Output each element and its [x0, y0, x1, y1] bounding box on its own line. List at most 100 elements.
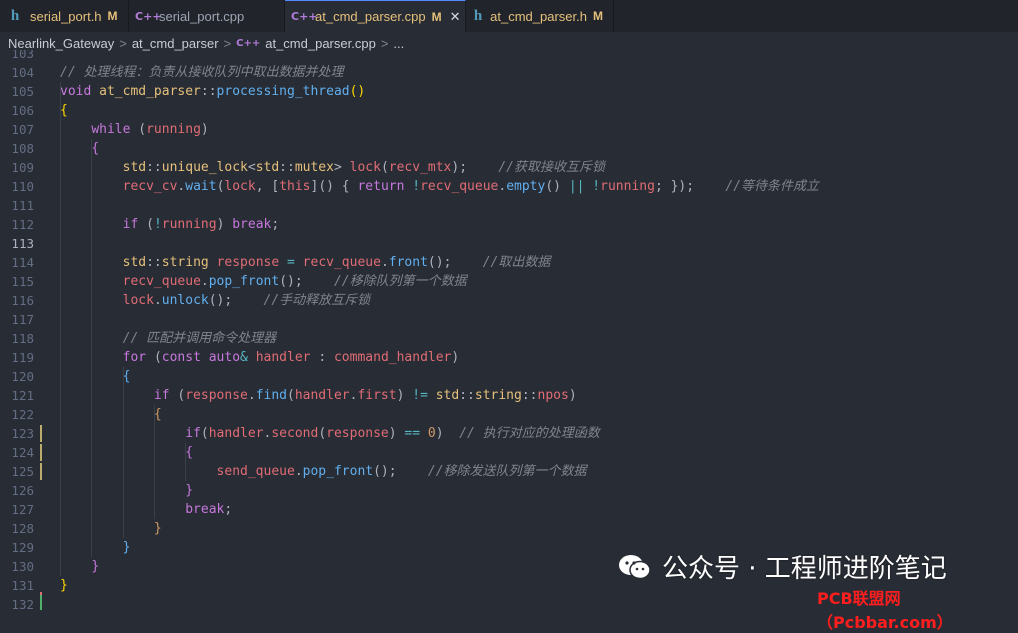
code-line[interactable]: 121 if (response.find(handler.first) != …	[0, 386, 1018, 405]
code-line[interactable]: 111	[0, 196, 1018, 215]
code-token: )	[388, 426, 405, 441]
breadcrumb-item-folder[interactable]: at_cmd_parser	[132, 36, 219, 51]
code-editor[interactable]: 103 104 // 处理线程：负责从接收队列中取出数据并处理 105 void at_…	[0, 50, 1018, 610]
code-token: while	[91, 122, 139, 137]
cpp-file-icon: C++	[291, 10, 318, 23]
git-change-marker[interactable]	[40, 425, 42, 442]
line-number: 109	[11, 160, 34, 175]
code-token: ;	[224, 502, 233, 517]
code-token: , [	[255, 179, 280, 194]
breadcrumb-item-file[interactable]: at_cmd_parser.cpp	[265, 36, 376, 51]
code-token: (	[153, 350, 162, 365]
code-line[interactable]: 104 // 处理线程：负责从接收队列中取出数据并处理	[0, 63, 1018, 82]
code-token: std	[122, 160, 147, 175]
code-token: find	[255, 388, 287, 403]
tab-serial-port-h[interactable]: h serial_port.h M	[0, 0, 129, 32]
breadcrumb-item-project[interactable]: Nearlink_Gateway	[8, 36, 114, 51]
code-token: response	[326, 426, 389, 441]
code-line[interactable]: 122 {	[0, 405, 1018, 424]
code-token: front	[388, 255, 428, 270]
code-line[interactable]: 123 if(handler.second(response) == 0) //…	[0, 424, 1018, 443]
code-line[interactable]: 105 void at_cmd_parser::processing_thread…	[0, 82, 1018, 101]
tab-at-cmd-parser-h[interactable]: h at_cmd_parser.h M	[466, 0, 614, 32]
git-addition-marker[interactable]	[40, 595, 42, 610]
line-number: 110	[11, 179, 34, 194]
code-token: pop_front	[208, 274, 280, 289]
tab-serial-port-cpp[interactable]: C++ serial_port.cpp	[129, 0, 285, 32]
code-line[interactable]: 120 {	[0, 367, 1018, 386]
code-text: {	[60, 443, 193, 462]
code-line[interactable]: 127 break;	[0, 500, 1018, 519]
code-line[interactable]: 128 }	[0, 519, 1018, 538]
git-change-marker[interactable]	[40, 444, 42, 461]
close-icon[interactable]: ✕	[450, 9, 461, 25]
line-number: 117	[11, 312, 34, 327]
code-token: lock	[122, 293, 154, 308]
code-token: .	[200, 274, 209, 289]
code-token: (	[380, 160, 389, 175]
code-line[interactable]: 106 {	[0, 101, 1018, 120]
git-change-marker[interactable]	[40, 463, 42, 480]
code-token: );	[451, 160, 499, 175]
code-line[interactable]: 113	[0, 234, 1018, 253]
code-token: ()	[349, 84, 366, 99]
code-line[interactable]: 116 lock.unlock(); //手动释放互斥锁	[0, 291, 1018, 310]
code-text: std::unique_lock<std::mutex> lock(recv_m…	[60, 158, 605, 177]
code-line[interactable]: 124 {	[0, 443, 1018, 462]
code-token: }	[153, 521, 162, 536]
code-text: recv_queue.pop_front(); //移除队列第一个数据	[60, 272, 467, 291]
code-line[interactable]: 119 for (const auto& handler : command_h…	[0, 348, 1018, 367]
line-number: 115	[11, 274, 34, 289]
code-line[interactable]: 109 std::unique_lock<std::mutex> lock(re…	[0, 158, 1018, 177]
code-line[interactable]: 115 recv_queue.pop_front(); //移除队列第一个数据	[0, 272, 1018, 291]
code-text: // 匹配并调用命令处理器	[60, 329, 276, 348]
line-number: 105	[11, 84, 34, 99]
line-number: 120	[11, 369, 34, 384]
code-line[interactable]: 110 recv_cv.wait(lock, [this]() { return…	[0, 177, 1018, 196]
code-token: }	[122, 540, 131, 555]
code-token: !	[153, 217, 162, 232]
watermark: 公众号 · 工程师进阶笔记	[618, 548, 947, 585]
code-text: if (response.find(handler.first) != std:…	[60, 386, 577, 405]
header-file-icon: h	[473, 7, 483, 24]
code-line[interactable]: 118 // 匹配并调用命令处理器	[0, 329, 1018, 348]
code-token: //手动释放互斥锁	[263, 293, 371, 308]
indent-guide	[91, 139, 93, 557]
code-line[interactable]: 107 while (running)	[0, 120, 1018, 139]
code-text: break;	[60, 500, 232, 519]
code-token: //获取接收互斥锁	[498, 160, 606, 175]
code-line[interactable]: 126 }	[0, 481, 1018, 500]
code-line[interactable]: 112 if (!running) break;	[0, 215, 1018, 234]
indent-guide	[60, 82, 61, 576]
code-token: this	[279, 179, 311, 194]
code-token: // 处理线程：负责从接收队列中取出数据并处理	[60, 65, 344, 80]
code-token: //取出数据	[482, 255, 551, 270]
code-token: if	[185, 426, 201, 441]
code-token: mutex	[294, 160, 334, 175]
code-token: .	[153, 293, 162, 308]
code-text: for (const auto& handler : command_handl…	[60, 348, 460, 367]
watermark-site: PCB联盟网（Pcbbar.com）	[817, 589, 953, 632]
code-token: {	[91, 141, 100, 156]
code-line[interactable]: 117	[0, 310, 1018, 329]
code-line[interactable]: 108 {	[0, 139, 1018, 158]
code-line[interactable]: 103	[0, 50, 1018, 63]
line-number: 130	[11, 559, 34, 574]
code-token: )	[568, 388, 577, 403]
line-number: 122	[11, 407, 34, 422]
code-token: 0	[427, 426, 436, 441]
code-line[interactable]: 125 send_queue.pop_front(); //移除发送队列第一个数…	[0, 462, 1018, 481]
code-token: command_handler	[333, 350, 452, 365]
code-line[interactable]: 114 std::string response = recv_queue.fr…	[0, 253, 1018, 272]
code-token: )	[216, 217, 233, 232]
breadcrumb-item-symbol[interactable]: ...	[393, 36, 404, 51]
modified-badge: M	[107, 9, 118, 23]
cpp-file-icon: C++	[236, 37, 261, 49]
code-token: ()	[545, 179, 569, 194]
tab-at-cmd-parser-cpp[interactable]: C++ at_cmd_parser.cpp M ✕	[285, 0, 466, 32]
line-number: 112	[11, 217, 34, 232]
code-text: // 处理线程：负责从接收队列中取出数据并处理	[60, 63, 343, 82]
code-token: recv_queue	[302, 255, 381, 270]
code-token: at_cmd_parser	[99, 84, 201, 99]
line-number: 132	[11, 597, 34, 610]
